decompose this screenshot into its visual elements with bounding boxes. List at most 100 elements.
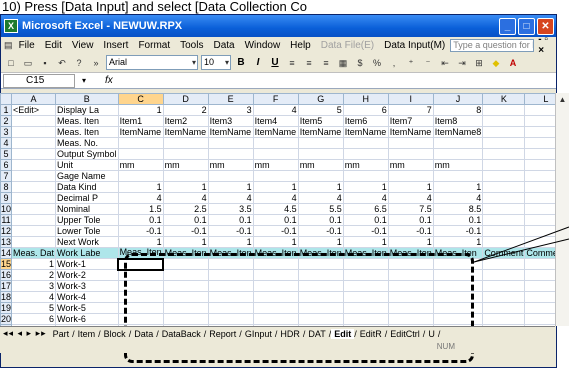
new-icon[interactable]: □	[4, 56, 18, 70]
comma-icon[interactable]: ,	[387, 56, 401, 70]
cell[interactable]	[524, 225, 555, 237]
cell[interactable]: 4	[432, 192, 484, 204]
cell[interactable]: 1	[252, 236, 299, 248]
cell[interactable]: 6.5	[342, 203, 389, 215]
cell[interactable]: Output Symbol	[55, 148, 119, 160]
row-header[interactable]: 17	[0, 280, 13, 292]
menu-file[interactable]: File	[14, 40, 40, 51]
row-header[interactable]: 15	[0, 258, 13, 270]
cell[interactable]: mm	[387, 159, 434, 171]
cell[interactable]: 1	[432, 181, 484, 193]
cell[interactable]	[482, 159, 526, 171]
cell[interactable]: 0.1	[162, 214, 209, 226]
cell[interactable]	[162, 170, 209, 182]
cell[interactable]	[297, 137, 344, 149]
cell[interactable]: Item8	[432, 115, 484, 127]
close-button[interactable]: ✕	[537, 17, 554, 35]
cell[interactable]	[207, 170, 254, 182]
cell[interactable]: 4.5	[252, 203, 299, 215]
cell[interactable]: 4	[342, 192, 389, 204]
cell[interactable]	[297, 148, 344, 160]
cell[interactable]: Comment	[482, 247, 526, 259]
increase-decimal-icon[interactable]: ⁺	[404, 56, 418, 70]
menu-edit[interactable]: Edit	[40, 40, 67, 51]
sheet-tab-item[interactable]: Item	[75, 329, 99, 339]
cell[interactable]: 1	[117, 181, 164, 193]
cell[interactable]: mm	[297, 159, 344, 171]
cell[interactable]: -0.1	[117, 225, 164, 237]
cell[interactable]: Work-3	[55, 280, 119, 292]
select-all-corner[interactable]	[0, 93, 13, 105]
cell[interactable]	[524, 181, 555, 193]
cell[interactable]	[524, 313, 555, 325]
cell[interactable]: 1	[207, 181, 254, 193]
sheet-tab-dat[interactable]: DAT	[305, 329, 328, 339]
sheet-tab-report[interactable]: Report	[206, 329, 239, 339]
cell[interactable]	[11, 137, 57, 149]
cell[interactable]: -0.1	[297, 225, 344, 237]
cell[interactable]: Data Kind	[55, 181, 119, 193]
cell[interactable]: 1	[342, 236, 389, 248]
menu-help[interactable]: Help	[285, 40, 316, 51]
cell[interactable]: ItemName8	[432, 126, 484, 138]
sheet-tab-data[interactable]: Data	[131, 329, 156, 339]
cell[interactable]: mm	[207, 159, 254, 171]
cell[interactable]: Item4	[252, 115, 299, 127]
cell[interactable]	[11, 170, 57, 182]
cell[interactable]: -0.1	[207, 225, 254, 237]
cell[interactable]: 5.5	[297, 203, 344, 215]
cell[interactable]	[11, 192, 57, 204]
function-icon[interactable]: fx	[105, 75, 113, 86]
cell[interactable]	[432, 170, 484, 182]
sheet-tab-databack[interactable]: DataBack	[159, 329, 204, 339]
cell[interactable]	[524, 159, 555, 171]
cell[interactable]	[482, 192, 526, 204]
column-header-B[interactable]: B	[55, 93, 119, 105]
cell[interactable]	[524, 170, 555, 182]
cell[interactable]: Unit	[55, 159, 119, 171]
cell[interactable]	[432, 148, 484, 160]
cell[interactable]	[162, 137, 209, 149]
open-icon[interactable]: ▭	[21, 56, 35, 70]
scroll-up-icon[interactable]: ▲	[556, 93, 569, 107]
decrease-decimal-icon[interactable]: ⁻	[421, 56, 435, 70]
cell[interactable]: 0.1	[207, 214, 254, 226]
sheet-tab-block[interactable]: Block	[101, 329, 129, 339]
cell[interactable]: ItemName	[207, 126, 254, 138]
cell[interactable]	[524, 269, 555, 281]
cell[interactable]	[482, 225, 526, 237]
cell[interactable]	[482, 137, 526, 149]
cell[interactable]: Work-2	[55, 269, 119, 281]
cell[interactable]	[524, 148, 555, 160]
column-header-H[interactable]: H	[342, 93, 389, 105]
cell[interactable]	[11, 148, 57, 160]
font-size-combo[interactable]: 10	[201, 55, 231, 70]
indent-icon[interactable]: ⇥	[455, 56, 469, 70]
cell[interactable]	[524, 258, 555, 270]
cell[interactable]	[387, 137, 434, 149]
title-bar[interactable]: X Microsoft Excel - NEWUW.RPX _ □ ✕	[1, 15, 556, 37]
cell[interactable]	[482, 181, 526, 193]
cell[interactable]: mm	[162, 159, 209, 171]
row-header[interactable]: 1	[0, 104, 13, 116]
cell[interactable]: Meas. Iten	[55, 126, 119, 138]
row-header[interactable]: 10	[0, 203, 13, 215]
cell[interactable]: ItemName	[117, 126, 164, 138]
row-header[interactable]: 13	[0, 236, 13, 248]
help-icon[interactable]: ?	[72, 56, 86, 70]
cell[interactable]	[387, 170, 434, 182]
cell[interactable]	[524, 214, 555, 226]
cell[interactable]	[11, 225, 57, 237]
cell[interactable]: -0.1	[432, 225, 484, 237]
menu-data-file[interactable]: Data File(E)	[316, 40, 379, 51]
cell[interactable]: ItemName	[252, 126, 299, 138]
row-header[interactable]: 19	[0, 302, 13, 314]
cell[interactable]: ItemName	[342, 126, 389, 138]
cell[interactable]	[252, 148, 299, 160]
cell[interactable]: Nominal	[55, 203, 119, 215]
cell[interactable]: Comment	[524, 247, 555, 259]
cell[interactable]: 1	[387, 181, 434, 193]
cell[interactable]: Work-4	[55, 291, 119, 303]
cell[interactable]: 6	[342, 104, 389, 116]
column-header-C[interactable]: C	[117, 93, 164, 105]
